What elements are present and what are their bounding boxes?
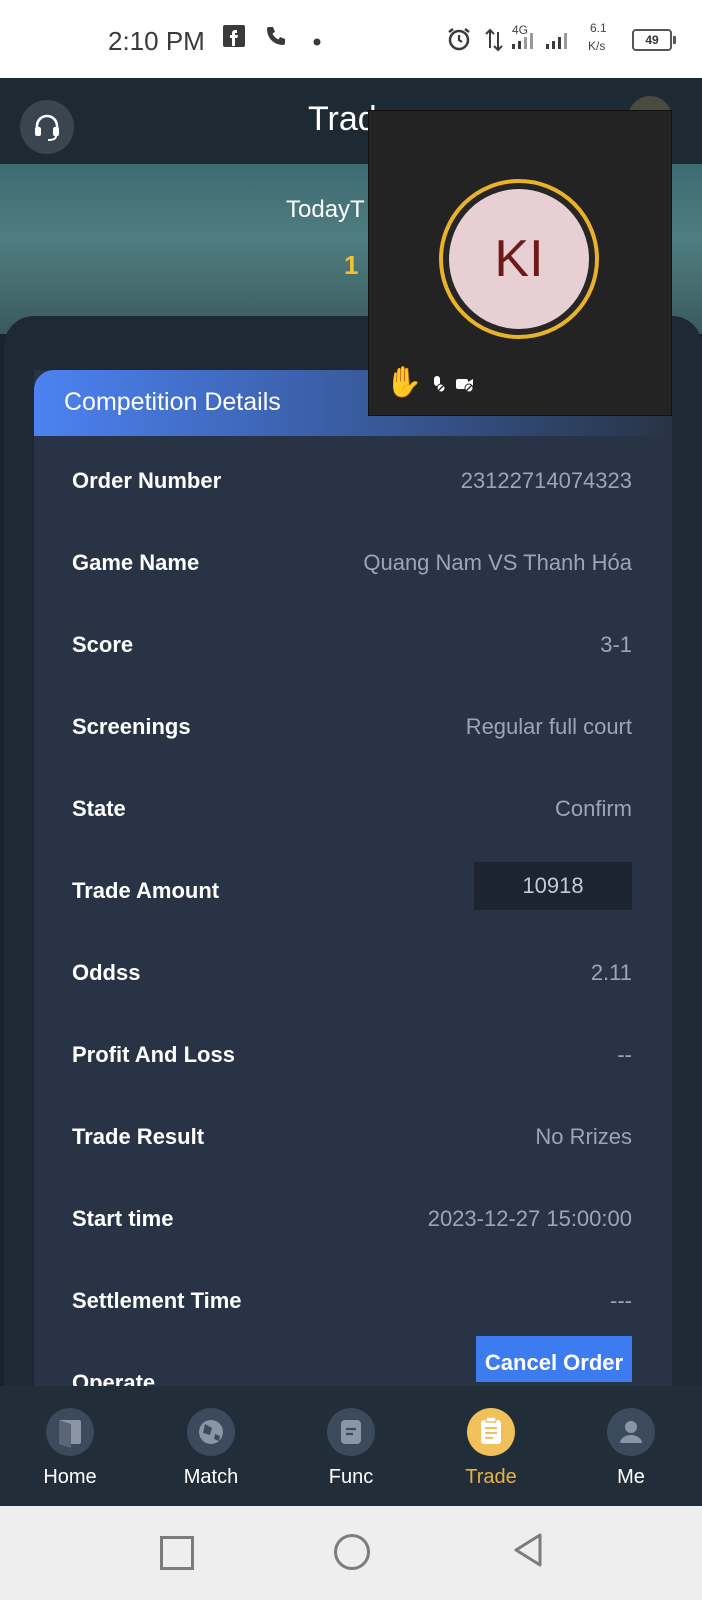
detail-label: Oddss [72,960,141,985]
detail-row-trade-result: Trade Result No Rrizes [72,1118,632,1158]
competition-details-card: Competition Details Order Number 2312271… [34,370,672,1386]
tab-label: Func [328,1466,374,1488]
raised-hand-icon: ✋ [385,366,423,399]
detail-value: 23122714074323 [460,468,632,493]
detail-value: Confirm [554,796,632,821]
detail-row-order-number: Order Number 23122714074323 [72,462,632,502]
detail-label: Trade Amount [72,878,220,903]
home-door-icon [46,1408,94,1456]
tab-func[interactable]: Func [306,1408,396,1498]
support-button[interactable] [20,100,74,154]
banner-value: 1 [344,250,359,280]
detail-row-score: Score 3-1 [72,626,632,666]
speed-unit: K/s [588,39,606,53]
detail-row-start-time: Start time 2023-12-27 15:00:00 [72,1200,632,1240]
recents-button[interactable] [160,1536,194,1570]
detail-label: Screenings [72,714,191,739]
status-time: 2:10 PM [108,26,205,56]
detail-label: State [72,796,126,821]
tab-trade[interactable]: Trade [446,1408,536,1498]
cancel-order-button[interactable]: Cancel Order [476,1336,632,1382]
phone-icon [264,24,288,53]
detail-row-operate: Operate Cancel Order [72,1336,632,1386]
data-arrows-icon [484,28,504,57]
clipboard-icon [467,1408,515,1456]
detail-row-screenings: Screenings Regular full court [72,708,632,748]
document-icon [327,1408,375,1456]
detail-row-settlement-time: Settlement Time --- [72,1282,632,1322]
tab-home[interactable]: Home [25,1408,115,1498]
tab-me[interactable]: Me [586,1408,676,1498]
alarm-icon [446,26,472,57]
detail-label: Score [72,632,134,657]
detail-value: Regular full court [465,714,632,739]
detail-label: Trade Result [72,1124,205,1149]
video-call-overlay[interactable]: KI ✋ [368,110,672,416]
signal-icon [510,32,574,55]
detail-row-odds: Oddss 2.11 [72,954,632,994]
user-icon [607,1408,655,1456]
detail-row-profit-loss: Profit And Loss -- [72,1036,632,1076]
detail-value: 3-1 [600,632,632,657]
notification-dot-icon [312,34,322,52]
detail-row-state: State Confirm [72,790,632,830]
detail-label: Order Number [72,468,222,493]
trade-amount-field: 10918 [474,862,632,910]
home-button[interactable] [334,1534,370,1570]
detail-label: Operate [72,1370,156,1386]
battery-indicator: 49 [632,29,676,51]
detail-label: Profit And Loss [72,1042,235,1067]
detail-value: 2023-12-27 15:00:00 [427,1206,632,1231]
tab-match[interactable]: Match [166,1408,256,1498]
detail-value: 2.11 [590,960,632,985]
back-button[interactable] [512,1532,544,1573]
detail-label: Start time [72,1206,174,1231]
ball-icon [187,1408,235,1456]
tab-label: Match [183,1466,239,1488]
participant-initials: KI [449,189,589,329]
detail-value: --- [610,1288,632,1313]
tab-label: Home [43,1466,97,1488]
detail-row-game-name: Game Name Quang Nam VS Thanh Hóa [72,544,632,584]
system-nav-bar [0,1506,702,1600]
participant-avatar: KI [439,179,599,339]
detail-value: Quang Nam VS Thanh Hóa [363,550,632,575]
detail-label: Settlement Time [72,1288,242,1313]
detail-value: -- [617,1042,632,1067]
facebook-icon [222,24,246,53]
detail-value: No Rrizes [535,1124,632,1149]
headset-icon [31,111,63,148]
speed-value: 6.1 [590,21,607,35]
mic-off-icon [429,375,447,393]
detail-row-trade-amount: Trade Amount 10918 [72,862,632,912]
tab-label: Me [617,1466,645,1488]
banner-label: TodayT [286,196,365,223]
details-panel: Competition Details Order Number 2312271… [4,316,702,1386]
bottom-tab-bar: Home Match Func Trade Me [0,1386,702,1506]
camera-off-icon [455,375,475,393]
detail-label: Game Name [72,550,200,575]
card-title: Competition Details [64,388,281,416]
status-bar: 2:10 PM 4G 6.1 K/s 49 [0,0,702,78]
tab-label: Trade [465,1466,517,1488]
